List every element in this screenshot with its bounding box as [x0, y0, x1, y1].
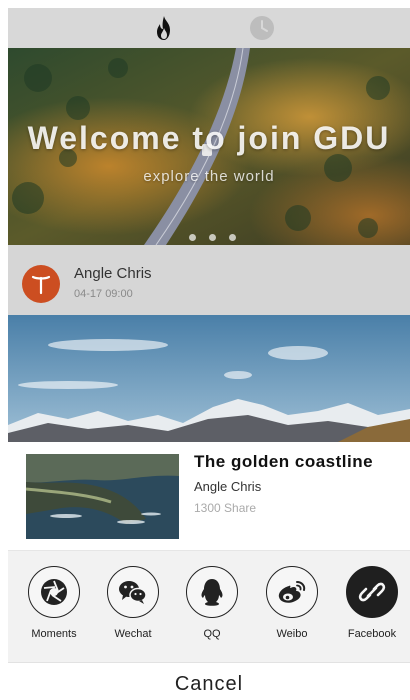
mountain-image — [8, 315, 410, 442]
avatar[interactable] — [22, 265, 60, 303]
share-card-author: Angle Chris — [194, 479, 262, 494]
banner-page-indicator[interactable] — [189, 234, 236, 242]
cancel-button[interactable]: Cancel — [8, 662, 410, 700]
share-facebook-button[interactable]: Facebook — [336, 566, 408, 640]
share-weibo-button[interactable]: Weibo — [256, 566, 328, 640]
page-dot[interactable] — [209, 234, 216, 241]
fire-icon[interactable] — [150, 14, 178, 42]
top-tab-bar — [8, 8, 410, 48]
share-label: Wechat — [114, 628, 152, 640]
welcome-banner[interactable]: Welcome to join GDU explore the world — [8, 48, 410, 245]
post-author[interactable]: Angle Chris — [74, 265, 152, 282]
page-dot[interactable] — [229, 234, 236, 241]
post-image[interactable] — [8, 315, 410, 442]
qq-penguin-icon — [186, 566, 238, 618]
gdu-logo-icon — [31, 275, 51, 295]
share-label: Moments — [31, 628, 77, 640]
share-card-title: The golden coastline — [194, 452, 374, 471]
share-wechat-button[interactable]: Wechat — [97, 566, 169, 640]
link-icon — [346, 566, 398, 618]
share-label: Facebook — [347, 628, 397, 640]
weibo-icon — [266, 566, 318, 618]
share-targets: Moments Wechat QQ Weibo Facebook — [8, 550, 410, 663]
app-screen: Welcome to join GDU explore the world An… — [8, 8, 410, 700]
aperture-icon — [28, 566, 80, 618]
share-label: QQ — [203, 628, 221, 640]
banner-title: Welcome to join GDU — [27, 120, 391, 156]
page-dot[interactable] — [189, 234, 196, 241]
share-preview-card: The golden coastline Angle Chris 1300 Sh… — [8, 442, 410, 550]
banner-subtitle: explore the world — [143, 168, 275, 185]
post-time: 04-17 09:00 — [74, 288, 133, 300]
share-moments-button[interactable]: Moments — [18, 566, 90, 640]
cancel-label: Cancel — [174, 673, 244, 695]
wechat-icon — [107, 566, 159, 618]
share-label: Weibo — [276, 628, 308, 640]
post-header: Angle Chris 04-17 09:00 — [8, 245, 410, 315]
share-qq-button[interactable]: QQ — [176, 566, 248, 640]
share-card-count: 1300 Share — [194, 501, 257, 515]
coastline-thumbnail — [26, 454, 179, 539]
clock-icon[interactable] — [248, 14, 276, 42]
